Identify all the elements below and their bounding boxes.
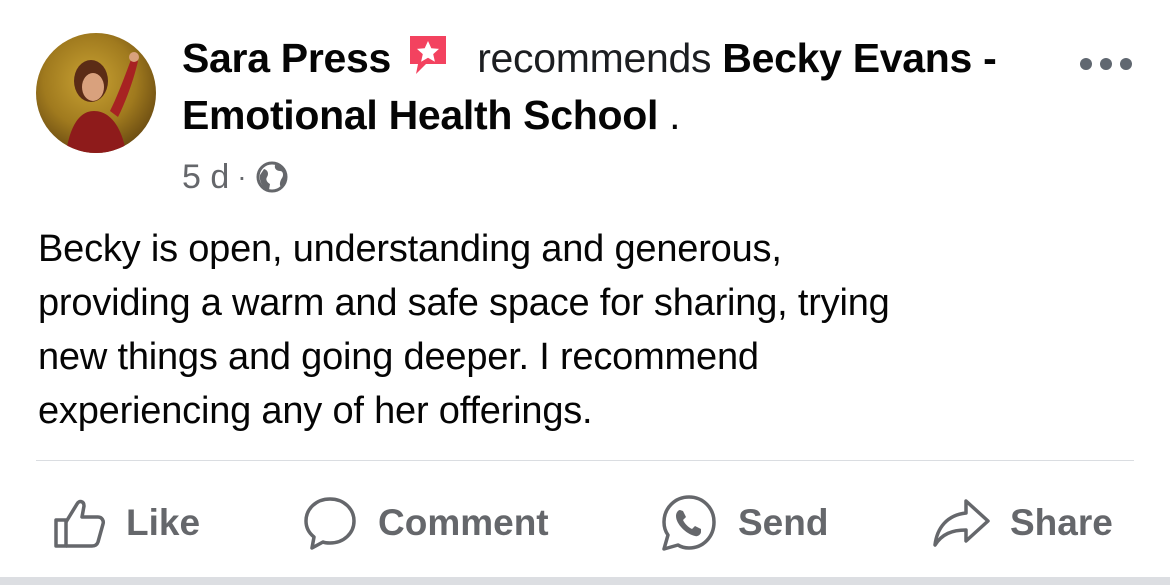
post-header: Sara Press recommends Becky Evans - Emot…: [182, 30, 1062, 144]
recommendation-post: Sara Press recommends Becky Evans - Emot…: [0, 0, 1170, 585]
comment-label: Comment: [378, 502, 549, 543]
like-label: Like: [126, 502, 201, 543]
recommend-verb: recommends: [477, 35, 712, 81]
like-button[interactable]: Like: [50, 488, 200, 558]
more-options-icon[interactable]: [1080, 56, 1132, 72]
comment-bubble-icon: [300, 493, 378, 553]
page-suffix: .: [658, 92, 681, 138]
share-label: Share: [1010, 502, 1113, 543]
feed-separator: [0, 577, 1170, 585]
send-label: Send: [738, 502, 829, 543]
whatsapp-icon: [658, 492, 738, 554]
author-avatar[interactable]: [36, 33, 156, 153]
author-name[interactable]: Sara Press: [182, 35, 391, 81]
share-arrow-icon: [930, 495, 1010, 551]
share-button[interactable]: Share: [930, 488, 1113, 558]
divider: [36, 460, 1134, 461]
action-bar: Like Comment Send Share: [0, 488, 1170, 558]
send-button[interactable]: Send: [658, 488, 828, 558]
post-timestamp[interactable]: 5 d: [182, 158, 229, 197]
thumbs-up-icon: [50, 494, 126, 552]
recommend-star-icon: [404, 30, 452, 78]
globe-icon: [255, 160, 289, 194]
comment-button[interactable]: Comment: [300, 488, 549, 558]
post-meta: 5 d ·: [182, 155, 289, 199]
post-body: Becky is open, understanding and generou…: [38, 228, 890, 432]
meta-separator: ·: [237, 161, 247, 192]
